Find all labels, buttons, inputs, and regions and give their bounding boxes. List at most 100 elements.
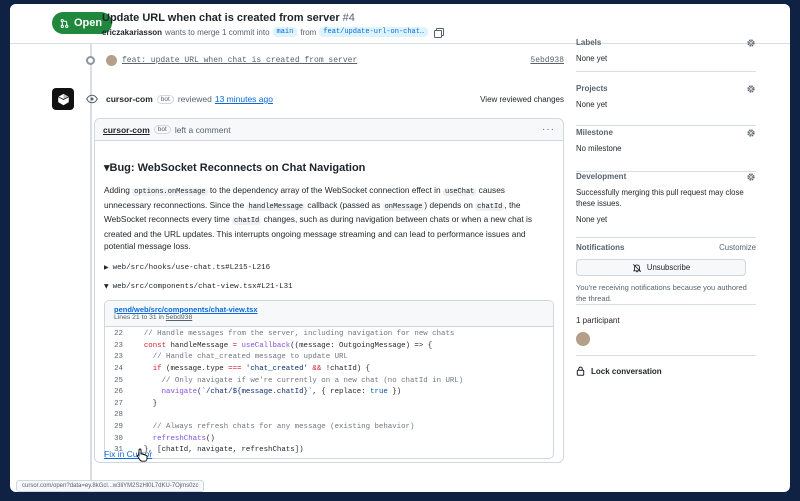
milestone-value: No milestone <box>576 144 622 153</box>
details-label-chat-view: web/src/components/chat-view.tsx#L21-L31 <box>112 282 293 291</box>
code-token: navigate <box>135 388 198 397</box>
desc-code-4: onMessage <box>382 202 425 211</box>
lock-conversation-button[interactable]: Lock conversation <box>576 366 662 376</box>
unsubscribe-button[interactable]: Unsubscribe <box>576 259 746 276</box>
code-token: && <box>312 365 326 374</box>
code-token: true <box>370 388 388 397</box>
sidebar-development: Development Successfully merging this pu… <box>576 172 756 238</box>
comment-header: cursor-com bot left a comment ··· <box>95 119 563 141</box>
development-description: Successfully merging this pull request m… <box>576 188 744 208</box>
pr-title: Update URL when chat is created from ser… <box>102 12 355 24</box>
line-number: 25 <box>114 376 123 385</box>
line-number: 23 <box>114 353 123 362</box>
snippet-header: pend/web/src/components/chat-view.tsx Li… <box>105 300 553 327</box>
code-line: 31 }, [chatId, navigate, refreshChats]) <box>105 444 553 456</box>
line-number: 29 <box>114 423 123 432</box>
from-text: from <box>300 27 317 37</box>
pr-sidebar: Labels None yet Projects None yet Milest… <box>576 38 790 492</box>
comment-bot-tag: bot <box>153 125 171 134</box>
code-token: (message.type <box>166 365 229 374</box>
comment-menu-button[interactable]: ··· <box>542 124 555 135</box>
commit-message-link[interactable]: feat: update URL when chat is created fr… <box>122 56 357 65</box>
code-line: 23 const handleMessage = useCallback ((me… <box>105 340 553 352</box>
code-line: 28 <box>105 410 553 422</box>
pull-request-page: Open Update URL when chat is created fro… <box>10 4 790 492</box>
eye-icon <box>86 94 98 104</box>
base-branch[interactable]: main <box>272 27 298 37</box>
desc-code-1: options.onMessage <box>132 188 208 196</box>
cursor-logo-icon <box>57 93 69 105</box>
notifications-note: You're receiving notifications because y… <box>576 283 747 303</box>
labels-title: Labels <box>576 38 602 47</box>
head-branch[interactable]: feat/update-url-on-chat… <box>319 27 429 37</box>
code-line: 26 navigate (`/chat/${message.chatId}`, {… <box>105 386 553 398</box>
bug-title[interactable]: ▾Bug: WebSocket Reconnects on Chat Navig… <box>104 161 554 174</box>
projects-gear-icon[interactable] <box>746 84 756 94</box>
bell-slash-icon <box>632 263 641 272</box>
labels-gear-icon[interactable] <box>746 38 756 48</box>
review-action: reviewed <box>177 94 212 104</box>
desc-code-2: useChat <box>442 188 477 196</box>
pr-title-text: Update URL when chat is created from ser… <box>102 12 340 24</box>
snippet-file-link[interactable]: pend/web/src/components/chat-view.tsx <box>114 305 544 314</box>
desc-text-4: callback (passed as <box>305 199 383 210</box>
pr-author-link[interactable]: ericzakariasson <box>102 28 162 37</box>
view-reviewed-changes-button[interactable]: View reviewed changes <box>480 95 564 104</box>
lock-icon <box>576 366 585 376</box>
commit-author-avatar[interactable] <box>106 54 117 66</box>
line-number: 27 <box>114 399 123 408</box>
code-token: (`/chat/${message.chatId}` <box>197 388 313 397</box>
details-label-use-chat: web/src/hooks/use-chat.ts#L215-L216 <box>112 263 271 272</box>
comment-author-link[interactable]: cursor-com <box>103 125 150 135</box>
line-number: 24 <box>114 365 123 374</box>
development-value: None yet <box>576 215 608 224</box>
code-token: = <box>232 341 242 350</box>
labels-value: None yet <box>576 54 608 63</box>
milestone-gear-icon[interactable] <box>746 128 756 138</box>
customize-link[interactable]: Customize <box>719 243 756 252</box>
code-token: // Handle messages from the server, incl… <box>135 330 455 339</box>
code-token: refreshChats <box>135 434 206 443</box>
code-token: // Handle chat_created message to update… <box>135 353 348 362</box>
code-token: ((message: OutgoingMessage) => { <box>290 341 433 350</box>
line-number: 28 <box>114 411 123 420</box>
review-time-link[interactable]: 13 minutes ago <box>215 94 273 104</box>
desc-text-1: Adding <box>104 185 133 195</box>
snippet-lines-text: Lines 21 to 31 in <box>114 313 166 321</box>
code-token: }, [chatId, navigate, refreshChats]) <box>135 446 304 455</box>
comment-action: left a comment <box>174 124 231 135</box>
pr-status-label: Open <box>74 17 103 29</box>
details-toggle-chat-view[interactable]: ▼ web/src/components/chat-view.tsx#L21-L3… <box>104 283 554 291</box>
snippet-sha-link[interactable]: 5ebd938 <box>166 314 192 321</box>
sidebar-projects: Projects None yet <box>576 84 756 126</box>
timeline-line <box>90 44 92 492</box>
code-token: // Only navigate if we're currently on a… <box>135 376 464 385</box>
lock-label: Lock conversation <box>591 366 662 376</box>
sidebar-participants: 1 participant <box>576 316 756 356</box>
code-line: 27 } <box>105 398 553 410</box>
development-gear-icon[interactable] <box>746 172 756 182</box>
details-toggle-use-chat[interactable]: ▶ web/src/hooks/use-chat.ts#L215-L216 <box>104 264 554 272</box>
desc-code-6: chatId <box>232 217 262 225</box>
copy-icon[interactable] <box>434 27 445 38</box>
line-number: 22 <box>114 330 123 339</box>
milestone-title: Milestone <box>576 128 613 137</box>
line-number: 30 <box>114 434 123 443</box>
mouse-pointer-hand-icon <box>136 448 148 462</box>
sidebar-notifications: Notifications Customize Unsubscribe You'… <box>576 243 756 305</box>
code-token: , { replace: <box>312 388 371 397</box>
window-frame: Open Update URL when chat is created fro… <box>0 0 800 501</box>
pr-merge-info: ericzakariasson wants to merge 1 commit … <box>102 27 445 38</box>
participant-avatar[interactable] <box>576 332 590 346</box>
unsubscribe-label: Unsubscribe <box>646 263 691 272</box>
review-author-link[interactable]: cursor-com <box>106 94 153 104</box>
bug-description: Adding options.onMessage to the dependen… <box>104 184 554 253</box>
code-token: useCallback <box>241 341 291 350</box>
line-number: 23 <box>114 341 123 350</box>
pr-number: #4 <box>342 12 355 24</box>
code-token: // Always refresh chats for any message … <box>135 423 415 432</box>
bot-avatar[interactable] <box>52 88 74 110</box>
code-token: if <box>135 365 167 374</box>
participants-title: 1 participant <box>576 316 620 325</box>
commit-sha-link[interactable]: 5ebd938 <box>530 56 564 65</box>
